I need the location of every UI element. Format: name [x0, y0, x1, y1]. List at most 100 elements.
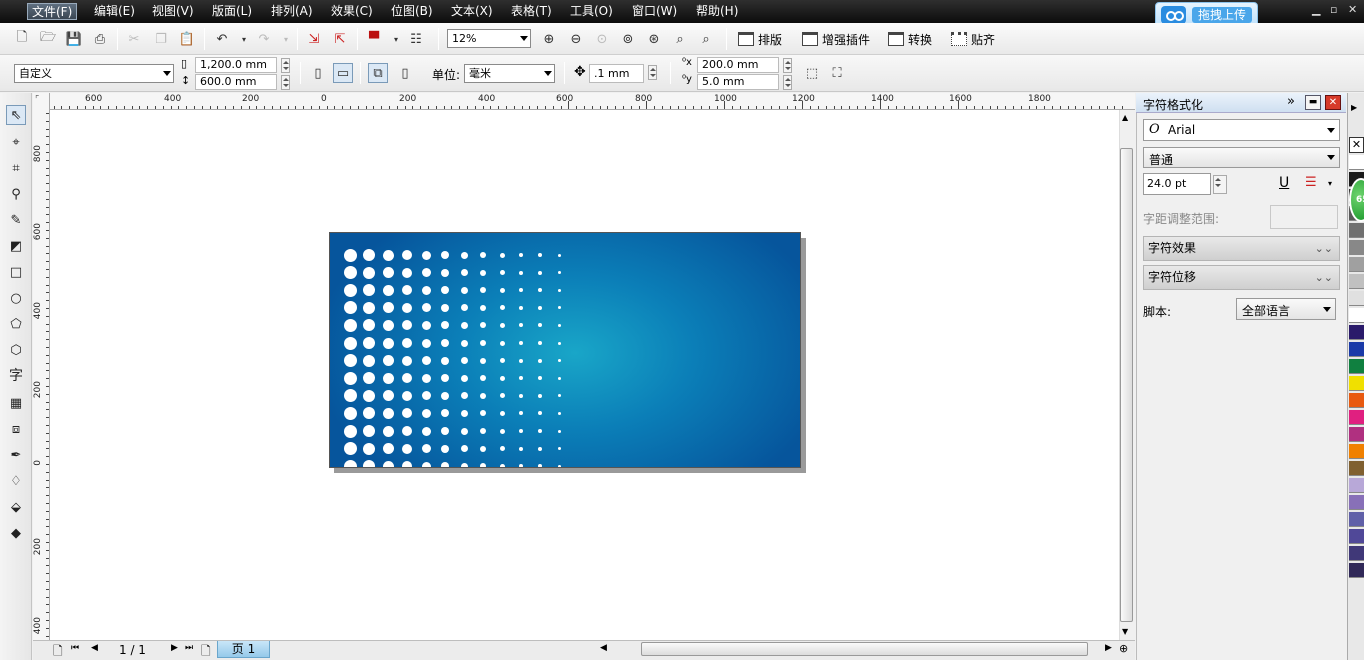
zoom-width-icon[interactable]: ⌕ [670, 29, 690, 49]
page-size-preset-select[interactable]: 自定义 [14, 64, 174, 83]
zoom-tool-icon[interactable]: ⚲ [6, 184, 26, 204]
color-swatch[interactable] [1349, 393, 1364, 408]
cut-icon[interactable]: ✂ [124, 29, 144, 49]
undo-dropdown-icon[interactable]: ▾ [234, 29, 254, 49]
horizontal-scroll-thumb[interactable] [641, 642, 1088, 656]
convert-button[interactable]: 转换 [888, 28, 932, 50]
export-icon[interactable]: ⇱ [330, 29, 350, 49]
options-icon[interactable]: ☷ [406, 29, 426, 49]
menu-bitmaps[interactable]: 位图(B) [387, 3, 437, 20]
docker-expand-icon[interactable]: » [1287, 94, 1295, 109]
redo-dropdown-icon[interactable]: ▾ [276, 29, 296, 49]
paste-icon[interactable]: 📋 [177, 29, 197, 49]
color-swatch[interactable] [1349, 427, 1364, 442]
menu-file[interactable]: 文件(F) [27, 3, 78, 20]
font-size-spinner[interactable] [1213, 175, 1227, 194]
color-swatch[interactable] [1349, 376, 1364, 391]
color-swatch[interactable] [1349, 308, 1364, 323]
add-page-after-icon[interactable]: 🗋 [201, 642, 211, 660]
current-page-icon[interactable]: ▯ [395, 63, 415, 83]
pick-tool-icon[interactable]: ⇖ [6, 105, 26, 125]
vertical-ruler[interactable]: 800 600 400 200 0 200 400 [33, 93, 50, 640]
menu-effects[interactable]: 效果(C) [327, 3, 377, 20]
rectangle-tool-icon[interactable]: □ [6, 262, 26, 282]
ellipse-tool-icon[interactable]: ○ [6, 288, 26, 308]
kerning-range-input[interactable] [1270, 205, 1338, 229]
color-swatch[interactable] [1349, 444, 1364, 459]
no-color-swatch[interactable]: ✕ [1349, 137, 1364, 153]
page-width-spinner[interactable] [281, 58, 290, 73]
open-folder-icon[interactable]: 🗁 [38, 29, 58, 49]
color-swatch[interactable] [1349, 563, 1364, 578]
save-icon[interactable]: 💾 [64, 29, 84, 49]
color-swatch[interactable] [1349, 240, 1364, 255]
menu-view[interactable]: 视图(V) [148, 3, 198, 20]
eyedropper-tool-icon[interactable]: ✒ [6, 445, 26, 465]
landscape-icon[interactable]: ▭ [333, 63, 353, 83]
launcher-dropdown-icon[interactable]: ▾ [386, 29, 406, 49]
interactive-fill-tool-icon[interactable]: ◆ [6, 523, 26, 543]
color-swatch[interactable] [1349, 342, 1364, 357]
color-swatch[interactable] [1349, 223, 1364, 238]
color-swatch[interactable] [1349, 155, 1364, 170]
table-tool-icon[interactable]: ▦ [6, 393, 26, 413]
character-shift-section[interactable]: 字符位移 ⌄⌄ [1143, 265, 1340, 290]
all-pages-icon[interactable]: ⧉ [368, 63, 388, 83]
vertical-scroll-thumb[interactable] [1120, 148, 1133, 622]
script-select[interactable]: 全部语言 [1236, 298, 1336, 320]
color-swatch[interactable] [1349, 478, 1364, 493]
menu-text[interactable]: 文本(X) [447, 3, 497, 20]
nudge-spinner[interactable] [648, 65, 657, 80]
scroll-up-icon[interactable]: ▲ [1122, 113, 1128, 122]
freehand-tool-icon[interactable]: ✎ [6, 210, 26, 230]
strikethrough-list-icon[interactable]: ☰ [1305, 175, 1317, 190]
font-style-select[interactable]: 普通 [1143, 147, 1340, 168]
new-document-icon[interactable]: 🗋 [12, 29, 32, 49]
palette-scroll-icon[interactable]: ▶ [1351, 103, 1357, 112]
color-swatch[interactable] [1349, 495, 1364, 510]
menu-help[interactable]: 帮助(H) [692, 3, 742, 20]
font-family-select[interactable]: O Arial [1143, 119, 1340, 141]
print-icon[interactable]: ⎙ [90, 29, 110, 49]
interactive-blend-tool-icon[interactable]: ⧈ [6, 419, 26, 439]
zoom-all-objects-icon[interactable]: ⊚ [618, 29, 638, 49]
zoom-height-icon[interactable]: ⌕ [696, 29, 716, 49]
treat-as-filled-icon[interactable]: ⬚ [802, 63, 822, 83]
underline-dropdown-icon[interactable]: ▾ [1328, 179, 1332, 188]
portrait-icon[interactable]: ▯ [308, 63, 328, 83]
navigator-icon[interactable]: ⊕ [1119, 642, 1128, 655]
restore-icon[interactable]: ▫ [1330, 3, 1337, 16]
basic-shapes-tool-icon[interactable]: ⬡ [6, 340, 26, 360]
last-page-icon[interactable]: ⏭ [185, 643, 193, 653]
color-swatch[interactable] [1349, 291, 1364, 306]
minimize-icon[interactable]: ▁ [1312, 3, 1320, 16]
nudge-offset-input[interactable]: .1 mm [589, 64, 644, 83]
snap-button[interactable]: 贴齐 [951, 28, 995, 50]
enhance-plugin-button[interactable]: 增强插件 [802, 28, 870, 50]
page-tab[interactable]: 页 1 [217, 641, 270, 658]
menu-arrange[interactable]: 排列(A) [267, 3, 317, 20]
menu-tools[interactable]: 工具(O) [566, 3, 617, 20]
transform-bounds-icon[interactable]: ⛶ [827, 63, 847, 83]
zoom-level-select[interactable]: 12% [447, 29, 531, 48]
color-swatch[interactable] [1349, 410, 1364, 425]
redo-icon[interactable]: ↷ [254, 29, 274, 49]
color-swatch[interactable] [1349, 274, 1364, 289]
menu-table[interactable]: 表格(T) [507, 3, 556, 20]
color-swatch[interactable] [1349, 529, 1364, 544]
smart-fill-tool-icon[interactable]: ◩ [6, 236, 26, 256]
menu-layout[interactable]: 版面(L) [208, 3, 256, 20]
scroll-down-icon[interactable]: ▼ [1122, 627, 1128, 636]
scroll-left-icon[interactable]: ◀ [600, 643, 607, 653]
unit-select[interactable]: 毫米 [464, 64, 555, 83]
font-size-input[interactable]: 24.0 pt [1143, 173, 1211, 195]
page-width-input[interactable]: 1,200.0 mm [195, 57, 277, 73]
zoom-page-icon[interactable]: ⊛ [644, 29, 664, 49]
ruler-origin-icon[interactable]: ⌜ [35, 95, 39, 105]
color-swatch[interactable] [1349, 257, 1364, 272]
docker-close-icon[interactable]: ✕ [1325, 95, 1341, 110]
outline-pen-tool-icon[interactable]: ♢ [6, 471, 26, 491]
color-swatch[interactable] [1349, 359, 1364, 374]
duplicate-x-input[interactable]: 200.0 mm [697, 57, 779, 73]
design-page[interactable] [329, 232, 801, 468]
